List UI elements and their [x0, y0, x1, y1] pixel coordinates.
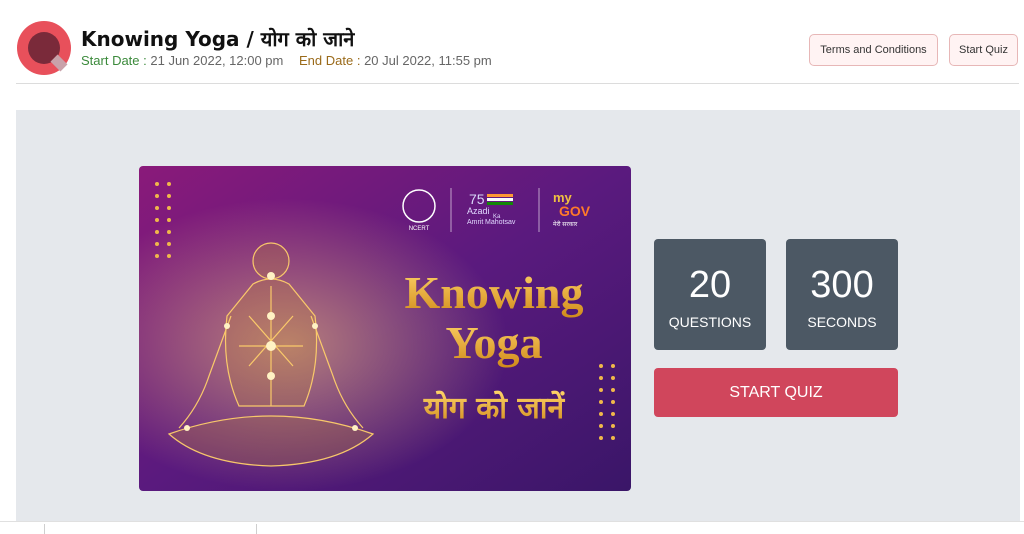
azadi-line2: Amrit: [467, 219, 483, 226]
seconds-count-label: SECONDS: [807, 314, 877, 330]
azadi-75: 75: [469, 191, 485, 207]
end-date-value: 20 Jul 2022, 11:55 pm: [364, 53, 492, 68]
questions-count-card: 20 QUESTIONS: [654, 239, 766, 350]
start-date-value: 21 Jun 2022, 12:00 pm: [150, 53, 284, 68]
start-quiz-button[interactable]: START QUIZ: [654, 368, 898, 417]
start-quiz-header-button[interactable]: Start Quiz: [949, 34, 1018, 66]
azadi-line1: Azadi: [467, 206, 490, 216]
footer-tick: [44, 524, 45, 534]
ncert-label: NCERT: [409, 226, 430, 232]
quiz-banner-image: NCERT 75 Azadi Amrit Ka Mahotsav my GOV …: [139, 166, 631, 491]
banner-line3: योग को जानें: [423, 390, 566, 426]
end-date-label: End Date :: [299, 53, 361, 68]
questions-count-value: 20: [688, 264, 732, 306]
footer-divider: [0, 521, 1024, 522]
footer-tick: [256, 524, 257, 534]
mygov-tagline: मेरी सरकार: [553, 220, 578, 228]
mygov-gov: GOV: [559, 203, 591, 219]
questions-count-label: QUESTIONS: [668, 314, 752, 330]
seconds-count-card: 300 SECONDS: [786, 239, 898, 350]
seconds-count-value: 300: [810, 264, 874, 306]
terms-button[interactable]: Terms and Conditions: [809, 34, 938, 66]
banner-line2: Yoga: [445, 317, 542, 368]
azadi-line3: Mahotsav: [485, 219, 516, 226]
quiz-logo-icon: [17, 21, 71, 75]
header-divider: [16, 83, 1019, 84]
banner-line1: Knowing: [405, 267, 584, 318]
quiz-dates: Start Date : 21 Jun 2022, 12:00 pm End D…: [81, 53, 492, 68]
quiz-header: Knowing Yoga / योग को जाने Start Date : …: [0, 0, 1024, 84]
start-date-label: Start Date :: [81, 53, 147, 68]
page-title: Knowing Yoga / योग को जाने: [81, 27, 355, 51]
